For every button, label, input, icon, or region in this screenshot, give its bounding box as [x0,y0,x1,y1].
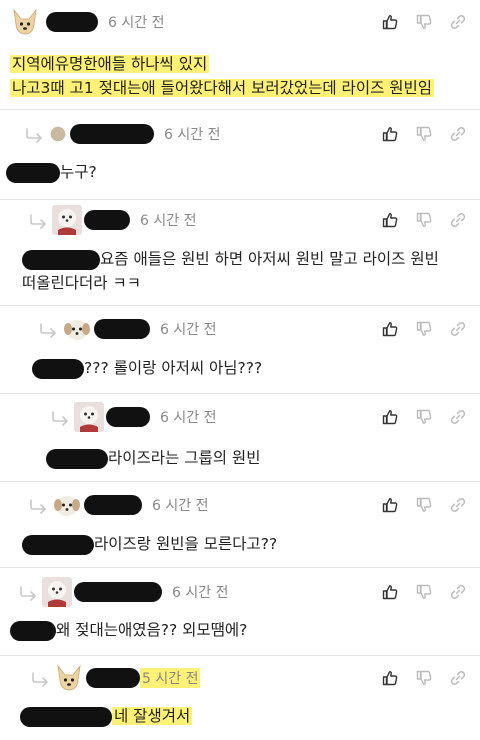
comment-time: 6 시간 전 [140,213,197,229]
link-icon[interactable] [450,212,466,228]
comment-time: 6 시간 전 [152,498,209,514]
thumb-up-icon[interactable] [382,212,398,228]
comment-2: 6 시간 전 누구? [0,110,480,200]
reply-arrow-icon [50,410,72,426]
comment-time: 6 시간 전 [164,127,221,143]
thumb-down-icon[interactable] [416,584,432,600]
comment-line: 나고3때 고1 젖대는애 들어왔다해서 보러갔었는데 라이즈 원빈임 [10,79,435,97]
avatar[interactable] [52,205,82,235]
thumb-down-icon[interactable] [416,497,432,513]
link-icon[interactable] [450,321,466,337]
comment-body: 왜 젖대는애였음?? 외모땜에? [10,618,247,642]
thumb-up-icon[interactable] [382,126,398,142]
comment-time: 6 시간 전 [160,410,217,426]
redacted-mention [10,620,56,641]
link-icon[interactable] [450,497,466,513]
comment-3: 6 시간 전 요즘 애들은 원빈 하면 아저씨 원빈 말고 라이즈 원빈 떠올린… [0,200,480,306]
link-icon[interactable] [450,14,466,30]
comment-body: 라이즈랑 원빈을 모른다고?? [22,532,277,556]
dog-avatar-icon [54,663,84,693]
puppy-avatar-icon [62,314,92,344]
thumb-down-icon[interactable] [416,670,432,686]
comment-body: ??? 롤이랑 아저씨 아님??? [32,356,262,380]
redacted-username [70,124,154,144]
thumb-up-icon[interactable] [382,14,398,30]
comment-5: 6 시간 전 라이즈라는 그룹의 원빈 [0,394,480,482]
dog-avatar-icon [10,7,40,37]
comment-6: 6 시간 전 라이즈랑 원빈을 모른다고?? [0,482,480,568]
avatar[interactable] [54,663,84,693]
comment-line: 떠올린다더라 ㅋㅋ [22,274,142,292]
thumb-down-icon[interactable] [416,212,432,228]
comment-line: 왜 젖대는애였음?? 외모땜에? [56,621,248,639]
reply-arrow-icon [24,127,46,143]
thumb-up-icon[interactable] [382,670,398,686]
reply-arrow-icon [18,585,40,601]
reply-arrow-icon [28,498,50,514]
thumb-down-icon[interactable] [416,126,432,142]
reply-arrow-icon [30,671,52,687]
redacted-username [86,668,140,688]
redacted-username [84,495,142,515]
reply-arrow-icon [38,322,60,338]
comment-8: 5 시간 전 네 잘생겨서 [0,656,480,740]
comment-time: 6 시간 전 [108,15,165,31]
comment-7: 6 시간 전 왜 젖대는애였음?? 외모땜에? [0,568,480,656]
comment-line: 라이즈랑 원빈을 모른다고?? [94,535,278,553]
comment-line: 요즘 애들은 원빈 하면 아저씨 원빈 말고 라이즈 원빈 [100,250,439,268]
comment-1: 6 시간 전 지역에유명한애들 하나씩 있지 나고3때 고1 젖대는애 들어왔다… [0,0,480,110]
comment-body: 요즘 애들은 원빈 하면 아저씨 원빈 말고 라이즈 원빈 떠올린다더라 ㅋㅋ [22,247,439,295]
comment-body: 네 잘생겨서 [20,704,193,728]
redacted-username [106,407,150,427]
comment-body: 누구? [6,160,97,184]
avatar[interactable] [42,577,72,607]
redacted-username [84,210,130,230]
comment-line: 라이즈라는 그룹의 원빈 [108,449,261,467]
avatar[interactable] [74,402,104,432]
comment-body: 라이즈라는 그룹의 원빈 [46,446,260,470]
comment-time: 6 시간 전 [172,585,229,601]
comment-line: 지역에유명한애들 하나씩 있지 [10,55,210,73]
thumb-up-icon[interactable] [382,497,398,513]
redacted-mention [6,162,60,183]
fluffy-dog-avatar-icon [74,402,104,432]
beige-avatar-icon [48,124,68,144]
comment-4: 6 시간 전 ??? 롤이랑 아저씨 아님??? [0,306,480,394]
comment-line: ??? 롤이랑 아저씨 아님??? [84,359,263,377]
avatar[interactable] [52,490,82,520]
puppy-avatar-icon [52,490,82,520]
comment-time: 5 시간 전 [140,668,201,688]
reply-arrow-icon [28,213,50,229]
redacted-mention [46,448,108,469]
redacted-username [46,12,98,32]
link-icon[interactable] [450,409,466,425]
fluffy-dog-avatar-icon [52,205,82,235]
comment-line: 네 잘생겨서 [112,707,193,725]
thumb-down-icon[interactable] [416,14,432,30]
link-icon[interactable] [450,670,466,686]
redacted-username [94,319,150,339]
thumb-up-icon[interactable] [382,409,398,425]
avatar[interactable] [48,124,68,144]
fluffy-dog-avatar-icon [42,577,72,607]
redacted-mention [22,249,100,270]
link-icon[interactable] [450,126,466,142]
thumb-down-icon[interactable] [416,321,432,337]
redacted-mention [20,706,112,727]
thumb-down-icon[interactable] [416,409,432,425]
redacted-mention [32,358,84,379]
thumb-up-icon[interactable] [382,321,398,337]
comment-line: 누구? [60,163,97,181]
avatar[interactable] [10,7,40,37]
thumb-up-icon[interactable] [382,584,398,600]
link-icon[interactable] [450,584,466,600]
avatar[interactable] [62,314,92,344]
comment-time: 6 시간 전 [160,322,217,338]
redacted-username [74,582,162,602]
comment-body: 지역에유명한애들 하나씩 있지 나고3때 고1 젖대는애 들어왔다해서 보러갔었… [10,52,435,100]
redacted-mention [22,534,94,555]
